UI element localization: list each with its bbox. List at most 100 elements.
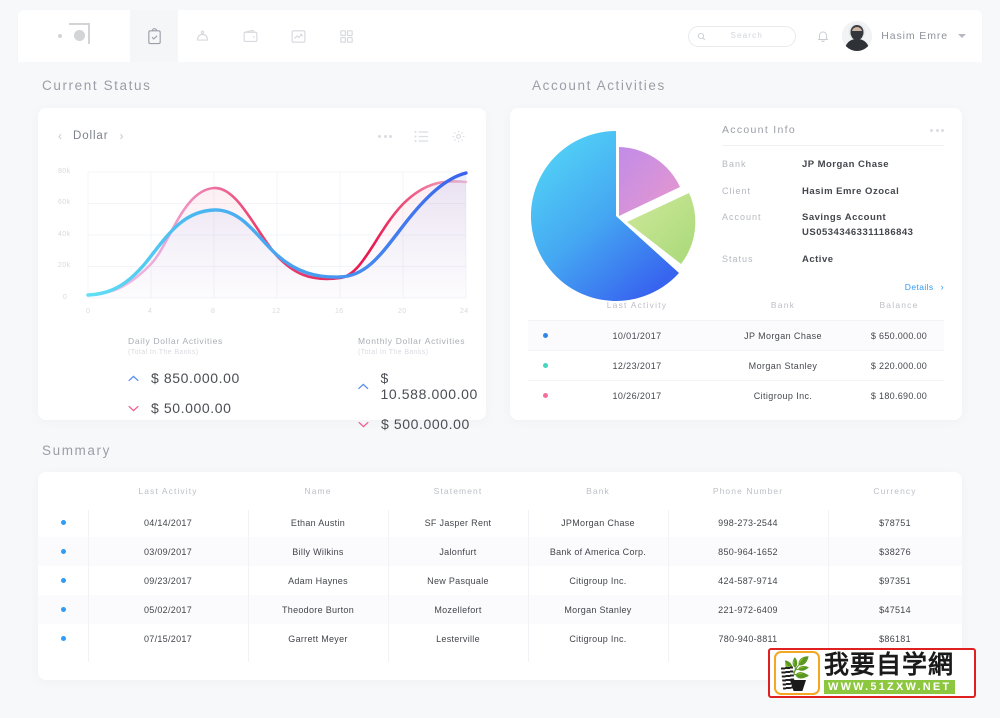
x-tick-4: 4 xyxy=(148,308,153,315)
monthly-dollar-stat: Monthly Dollar Activities (Total In The … xyxy=(262,336,486,432)
table-row[interactable]: 10/26/2017 Citigroup Inc. $ 180.690.00 xyxy=(528,380,944,410)
cell-statement: New Pasquale xyxy=(427,575,489,586)
cell-bank: JPMorgan Chase xyxy=(561,517,635,528)
column-header-name: Name xyxy=(304,486,332,496)
cell-date: 07/15/2017 xyxy=(143,633,193,644)
status-dot xyxy=(60,549,66,554)
info-key: Bank xyxy=(722,159,747,169)
app-logo[interactable] xyxy=(18,10,130,62)
cell-currency: $97351 xyxy=(879,575,911,586)
cell-currency: $86181 xyxy=(879,633,911,644)
cell-date: 12/23/2017 xyxy=(612,360,662,371)
cell-phone: 221-972-6409 xyxy=(718,604,778,615)
column-header-last-activity: Last Activity xyxy=(138,486,198,496)
stat-subtitle: (Total In The Banks) xyxy=(358,349,429,356)
cell-currency: $38276 xyxy=(879,546,911,557)
currency-carousel: ‹ Dollar › xyxy=(58,130,123,142)
table-row[interactable]: 04/14/2017 Ethan Austin SF Jasper Rent J… xyxy=(38,508,962,537)
info-row-status: Status Active xyxy=(722,253,944,268)
info-row-client: Client Hasim Emre Ozocal xyxy=(722,185,944,200)
arrow-up-icon xyxy=(128,375,139,381)
cell-name: Theodore Burton xyxy=(281,604,355,615)
stat-up-line: $ 10.588.000.00 xyxy=(358,370,486,402)
column-header-balance: Balance xyxy=(879,300,919,310)
info-value: Hasim Emre Ozocal xyxy=(802,185,900,197)
y-tick-80k: 80k xyxy=(58,168,71,175)
notification-bell-button[interactable] xyxy=(810,29,836,43)
account-info-title: Account Info xyxy=(722,124,796,136)
table-row[interactable]: 10/01/2017 JP Morgan Chase $ 650.000.00 xyxy=(528,320,944,350)
status-dot xyxy=(60,520,66,525)
watermark-chinese: 我要自学網 xyxy=(824,649,955,679)
column-header-last-activity: Last Activity xyxy=(606,300,668,310)
top-navbar: Hasim Emre xyxy=(18,10,982,62)
column-header-phone: Phone Number xyxy=(712,486,784,496)
table-row[interactable]: 03/09/2017 Billy Wilkins Jalonfurt Bank … xyxy=(38,537,962,566)
chevron-down-icon[interactable] xyxy=(958,34,966,38)
dollar-line-chart: 80k 60k 40k 20k 0 0 4 8 12 16 20 24 xyxy=(58,160,468,325)
cell-date: 10/01/2017 xyxy=(612,330,662,341)
account-activities-heading: Account Activities xyxy=(532,78,666,93)
nav-item-clipboard[interactable] xyxy=(130,10,178,62)
avatar[interactable] xyxy=(842,21,873,51)
account-info-panel: Account Info Bank JP Morgan Chase Client… xyxy=(722,124,944,292)
search-input[interactable] xyxy=(706,31,788,41)
gear-icon[interactable] xyxy=(451,129,466,144)
carousel-next-button[interactable]: › xyxy=(119,130,123,142)
carousel-prev-button[interactable]: ‹ xyxy=(58,130,62,142)
site-watermark: 🌿 我要自学網 WWW.51ZXW.NET xyxy=(768,648,976,698)
table-row[interactable]: 09/23/2017 Adam Haynes New Pasquale Citi… xyxy=(38,566,962,595)
table-row[interactable]: 05/02/2017 Theodore Burton Mozellefort M… xyxy=(38,595,962,624)
search-box[interactable] xyxy=(688,25,797,47)
daily-dollar-stat: Daily Dollar Activities (Total In The Ba… xyxy=(38,336,262,432)
nav-item-grid[interactable] xyxy=(322,10,370,62)
cell-bank: Citigroup Inc. xyxy=(753,390,813,401)
status-dot xyxy=(542,393,548,398)
more-dots-icon[interactable] xyxy=(378,134,392,138)
nav-item-wallet[interactable] xyxy=(226,10,274,62)
nav-item-service-bell[interactable] xyxy=(178,10,226,62)
cell-phone: 424-587-9714 xyxy=(718,575,778,586)
arrow-down-icon xyxy=(358,421,369,427)
stat-up-value: $ 10.588.000.00 xyxy=(380,370,478,402)
stat-up-line: $ 850.000.00 xyxy=(128,370,262,386)
watermark-text: 我要自学網 WWW.51ZXW.NET xyxy=(824,649,956,695)
x-tick-12: 12 xyxy=(272,308,281,315)
summary-table-header: Last Activity Name Statement Bank Phone … xyxy=(38,472,962,508)
y-tick-40k: 40k xyxy=(58,231,71,238)
line-chart-svg xyxy=(86,171,468,299)
user-name-label: Hasim Emre xyxy=(881,30,948,42)
x-tick-0: 0 xyxy=(86,308,91,315)
gear-glyph xyxy=(452,130,465,142)
cell-statement: Mozellefort xyxy=(434,604,482,615)
table-row[interactable]: 12/23/2017 Morgan Stanley $ 220.000.00 xyxy=(528,350,944,380)
cell-name: Billy Wilkins xyxy=(292,546,344,557)
cell-name: Ethan Austin xyxy=(290,517,346,528)
info-value: JP Morgan Chase xyxy=(802,159,890,170)
grid-apps-icon xyxy=(339,29,353,43)
bell-icon xyxy=(818,31,829,42)
account-info-more-icon[interactable] xyxy=(930,128,944,132)
y-tick-60k: 60k xyxy=(58,199,71,206)
dashboard-root: Hasim Emre Current Status ‹ Dollar › xyxy=(0,0,1000,718)
list-icon[interactable] xyxy=(414,130,429,143)
details-link[interactable]: Details › xyxy=(722,282,944,292)
watermark-url: WWW.51ZXW.NET xyxy=(824,680,956,695)
column-header-currency: Currency xyxy=(873,486,917,496)
cell-phone: 998-273-2544 xyxy=(718,517,778,528)
column-header-bank: Bank xyxy=(770,300,796,310)
cell-date: 09/23/2017 xyxy=(143,575,193,586)
nav-item-analytics[interactable] xyxy=(274,10,322,62)
stat-subtitle: (Total In The Banks) xyxy=(128,349,199,356)
cell-date: 10/26/2017 xyxy=(612,390,662,401)
cell-balance: $ 220.000.00 xyxy=(870,360,928,371)
wallet-icon xyxy=(243,29,257,42)
cell-phone: 850-964-1652 xyxy=(718,546,778,557)
cell-balance: $ 650.000.00 xyxy=(870,330,928,341)
cell-date: 04/14/2017 xyxy=(143,517,193,528)
cell-bank: Bank of America Corp. xyxy=(549,546,647,557)
arrow-up-icon xyxy=(358,383,369,389)
status-card-header: ‹ Dollar › xyxy=(38,108,486,148)
account-info-header: Account Info xyxy=(722,124,944,146)
nav-icon-group xyxy=(130,10,370,62)
